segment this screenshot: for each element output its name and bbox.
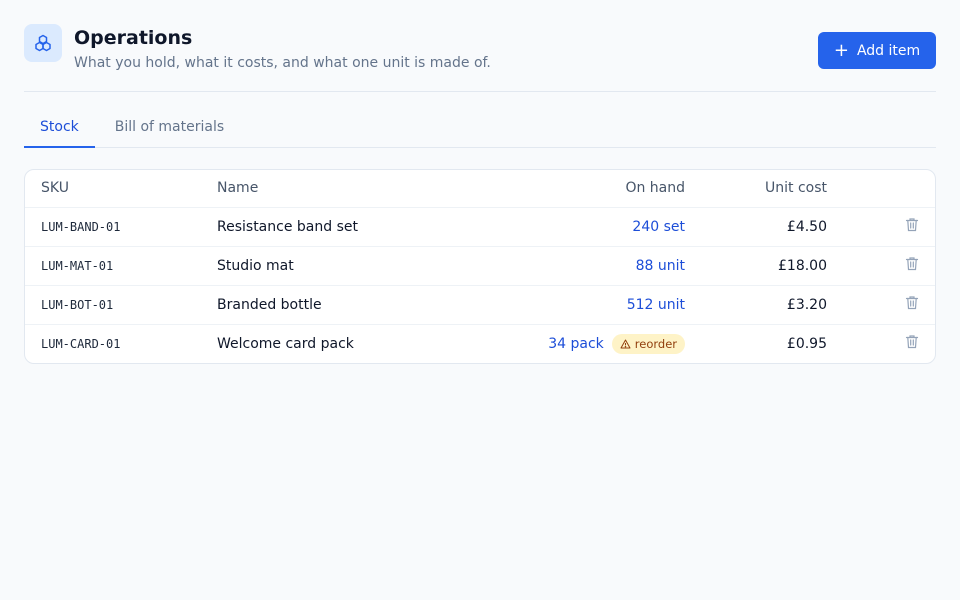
add-item-button[interactable]: + Add item xyxy=(818,32,936,69)
table-row[interactable]: LUM-CARD-01 Welcome card pack 34 pack re… xyxy=(25,324,935,363)
column-header-sku[interactable]: SKU xyxy=(25,170,201,208)
sku-cell: LUM-BOT-01 xyxy=(41,297,114,312)
trash-icon[interactable] xyxy=(905,334,919,349)
sku-cell: LUM-MAT-01 xyxy=(41,258,114,273)
cubes-icon xyxy=(24,24,62,62)
column-header-on-hand[interactable]: On hand xyxy=(501,170,701,208)
column-header-unit-cost[interactable]: Unit cost xyxy=(701,170,843,208)
sku-cell: LUM-BAND-01 xyxy=(41,219,121,234)
on-hand-cell[interactable]: 240 set xyxy=(632,219,685,235)
trash-icon[interactable] xyxy=(905,217,919,232)
tab-stock[interactable]: Stock xyxy=(24,107,95,148)
unit-cost-cell: £0.95 xyxy=(786,335,827,352)
sku-cell: LUM-CARD-01 xyxy=(41,336,121,351)
stock-table: SKU Name On hand Unit cost LUM-BAND-01 R… xyxy=(25,170,935,363)
warning-icon xyxy=(620,339,631,349)
trash-icon[interactable] xyxy=(905,295,919,310)
plus-icon: + xyxy=(833,39,849,61)
name-cell: Resistance band set xyxy=(217,218,358,235)
table-row[interactable]: LUM-BAND-01 Resistance band set 240 set … xyxy=(25,207,935,247)
unit-cost-cell: £4.50 xyxy=(786,218,827,235)
column-header-name[interactable]: Name xyxy=(201,170,501,208)
page: Operations What you hold, what it costs,… xyxy=(0,0,960,600)
on-hand-cell[interactable]: 34 pack xyxy=(548,336,604,352)
table-row[interactable]: LUM-BOT-01 Branded bottle 512 unit £3.20 xyxy=(25,285,935,325)
reorder-badge-label: reorder xyxy=(634,336,677,351)
on-hand-cell[interactable]: 512 unit xyxy=(627,297,685,313)
tab-bar: Stock Bill of materials xyxy=(24,92,936,148)
page-subtitle: What you hold, what it costs, and what o… xyxy=(74,55,491,71)
add-item-label: Add item xyxy=(856,42,921,59)
page-header: Operations What you hold, what it costs,… xyxy=(24,24,936,92)
unit-cost-cell: £3.20 xyxy=(786,296,827,313)
unit-cost-cell: £18.00 xyxy=(778,257,827,274)
trash-icon[interactable] xyxy=(905,256,919,271)
page-title: Operations xyxy=(74,27,193,49)
name-cell: Welcome card pack xyxy=(217,335,354,352)
name-cell: Branded bottle xyxy=(217,296,322,313)
tab-bill-of-materials[interactable]: Bill of materials xyxy=(99,107,240,147)
name-cell: Studio mat xyxy=(217,257,294,274)
stock-table-card: SKU Name On hand Unit cost LUM-BAND-01 R… xyxy=(24,169,936,364)
on-hand-cell[interactable]: 88 unit xyxy=(636,258,685,274)
column-header-actions xyxy=(843,170,935,208)
table-header-row: SKU Name On hand Unit cost xyxy=(25,170,935,208)
table-row[interactable]: LUM-MAT-01 Studio mat 88 unit £18.00 xyxy=(25,246,935,286)
reorder-badge: reorder xyxy=(611,333,685,354)
